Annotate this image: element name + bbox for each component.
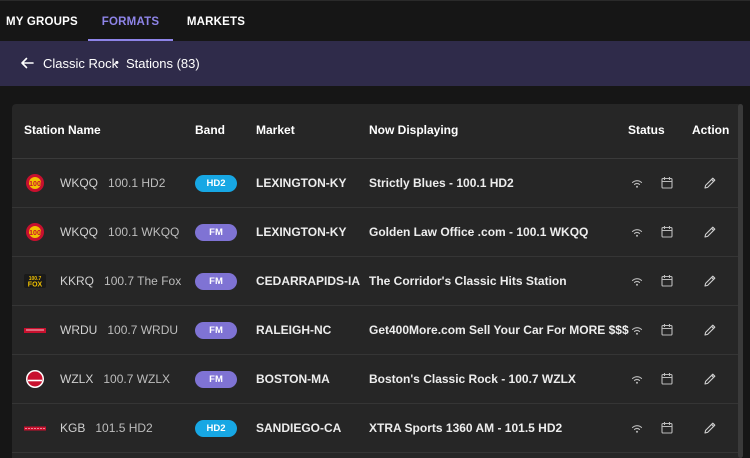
band-badge: HD2 xyxy=(195,420,237,437)
station-logo-icon xyxy=(24,426,46,431)
column-header-station-name[interactable]: Station Name xyxy=(24,104,101,158)
now-displaying-cell: The Corridor's Classic Hits Station xyxy=(369,274,567,288)
top-nav: MY GROUPS FORMATS MARKETS xyxy=(0,0,750,41)
arrow-left-icon[interactable] xyxy=(19,55,35,71)
station-logo-icon xyxy=(26,370,44,388)
pencil-icon[interactable] xyxy=(703,176,717,190)
svg-text:100: 100 xyxy=(29,181,41,188)
table-row[interactable]: 100 WKQQ 100.1 HD2 HD2 LEXINGTON-KY Stri… xyxy=(12,159,742,208)
now-displaying-cell: XTRA Sports 1360 AM - 101.5 HD2 xyxy=(369,421,563,435)
wifi-icon[interactable] xyxy=(630,274,644,288)
band-badge: FM xyxy=(195,273,237,290)
now-displaying-cell: Get400More.com Sell Your Car For MORE $$… xyxy=(369,323,629,337)
station-logo-icon: 100 xyxy=(26,223,44,241)
page-title: Stations (83) xyxy=(126,56,200,71)
pencil-icon[interactable] xyxy=(703,225,717,239)
stations-table: Station Name Band Market Now Displaying … xyxy=(12,104,742,458)
station-callsign: WRDU xyxy=(60,323,98,337)
station-frequency: 100.1 HD2 xyxy=(108,176,166,190)
table-row[interactable]: 100 WKQQ 100.1 WKQQ FM LEXINGTON-KY Gold… xyxy=(12,208,742,257)
station-frequency: 100.1 WKQQ xyxy=(108,225,180,239)
wifi-icon[interactable] xyxy=(630,323,644,337)
station-callsign: KKRQ xyxy=(60,274,95,288)
station-frequency: 101.5 HD2 xyxy=(95,421,153,435)
table-scrollbar[interactable] xyxy=(738,104,743,458)
now-displaying-cell: Boston's Classic Rock - 100.7 WZLX xyxy=(369,372,576,386)
market-cell: CEDARRAPIDS-IA xyxy=(256,274,361,288)
band-badge: HD2 xyxy=(195,175,237,192)
page-header: Classic Rock • Stations (83) xyxy=(0,41,750,86)
station-name: WKQQ 100.1 HD2 xyxy=(60,159,165,207)
band-badge: FM xyxy=(195,322,237,339)
svg-text:100: 100 xyxy=(29,230,41,237)
calendar-icon[interactable] xyxy=(660,225,674,239)
station-logo-icon xyxy=(24,328,46,333)
table-row[interactable]: WZLX 100.7 WZLX FM BOSTON-MA Boston's Cl… xyxy=(12,355,742,404)
market-cell: SANDIEGO-CA xyxy=(256,421,342,435)
wifi-icon[interactable] xyxy=(630,421,644,435)
tab-formats[interactable]: FORMATS xyxy=(88,1,173,41)
market-cell: BOSTON-MA xyxy=(256,372,330,386)
column-header-action: Action xyxy=(692,123,730,137)
market-cell: RALEIGH-NC xyxy=(256,323,332,337)
station-frequency: 100.7 The Fox xyxy=(104,274,182,288)
station-name: WRDU 100.7 WRDU xyxy=(60,306,178,354)
market-cell: LEXINGTON-KY xyxy=(256,176,347,190)
station-name: WZLX 100.7 WZLX xyxy=(60,355,170,403)
pencil-icon[interactable] xyxy=(703,274,717,288)
pencil-icon[interactable] xyxy=(703,323,717,337)
band-badge: FM xyxy=(195,371,237,388)
station-logo-icon: 100 xyxy=(26,174,44,192)
station-callsign: WZLX xyxy=(60,372,94,386)
column-header-status: Status xyxy=(628,123,665,137)
band-badge: FM xyxy=(195,224,237,241)
svg-text:FOX: FOX xyxy=(28,282,43,289)
station-frequency: 100.7 WZLX xyxy=(103,372,171,386)
wifi-icon[interactable] xyxy=(630,372,644,386)
now-displaying-cell: Golden Law Office .com - 100.1 WKQQ xyxy=(369,225,589,239)
table-row[interactable]: WRDU 100.7 WRDU FM RALEIGH-NC Get400More… xyxy=(12,306,742,355)
station-callsign: WKQQ xyxy=(60,225,98,239)
pencil-icon[interactable] xyxy=(703,421,717,435)
station-name: KGB 101.5 HD2 xyxy=(60,404,153,452)
wifi-icon[interactable] xyxy=(630,225,644,239)
breadcrumb-separator: • xyxy=(115,57,119,69)
table-row[interactable]: 100.7 FOX KKRQ 100.7 The Fox FM CEDARRAP… xyxy=(12,257,742,306)
tab-my-groups[interactable]: MY GROUPS xyxy=(0,1,80,41)
station-name: KKRQ 100.7 The Fox xyxy=(60,257,181,305)
tab-markets[interactable]: MARKETS xyxy=(178,1,254,41)
breadcrumb-format[interactable]: Classic Rock xyxy=(43,41,118,86)
station-callsign: KGB xyxy=(60,421,86,435)
station-frequency: 100.7 WRDU xyxy=(107,323,179,337)
pencil-icon[interactable] xyxy=(703,372,717,386)
market-cell: LEXINGTON-KY xyxy=(256,225,347,239)
column-header-now-displaying[interactable]: Now Displaying xyxy=(369,104,458,158)
station-logo-icon: 100.7 FOX xyxy=(24,274,46,289)
calendar-icon[interactable] xyxy=(660,274,674,288)
calendar-icon[interactable] xyxy=(660,421,674,435)
now-displaying-cell: Strictly Blues - 100.1 HD2 xyxy=(369,176,514,190)
table-row[interactable]: KGB 101.5 HD2 HD2 SANDIEGO-CA XTRA Sport… xyxy=(12,404,742,453)
calendar-icon[interactable] xyxy=(660,323,674,337)
calendar-icon[interactable] xyxy=(660,372,674,386)
wifi-icon[interactable] xyxy=(630,176,644,190)
calendar-icon[interactable] xyxy=(660,176,674,190)
station-name: WKQQ 100.1 WKQQ xyxy=(60,208,179,256)
column-header-band[interactable]: Band xyxy=(195,104,225,158)
station-callsign: WKQQ xyxy=(60,176,98,190)
column-header-market[interactable]: Market xyxy=(256,104,295,158)
